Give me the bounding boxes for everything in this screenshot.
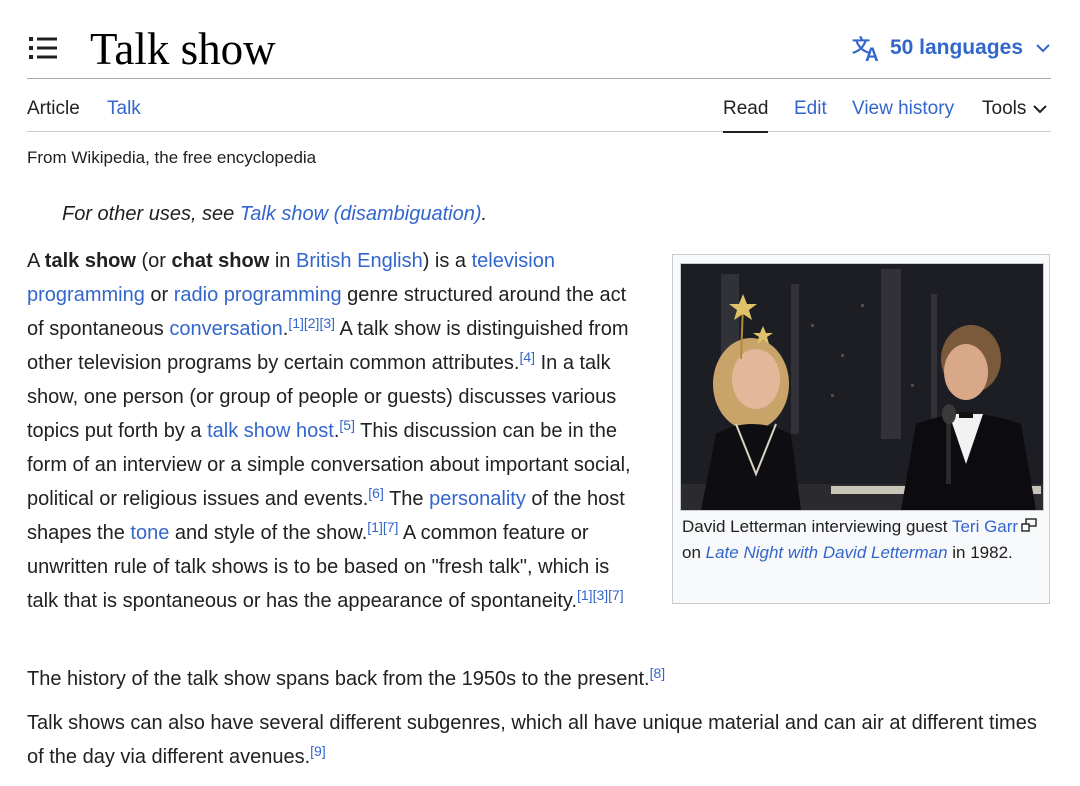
lead-text: The xyxy=(383,488,430,510)
paragraph-subgenres: Talk shows can also have several differe… xyxy=(27,706,1051,774)
hatnote-prefix: For other uses, see xyxy=(62,203,240,225)
infobox-figure: David Letterman interviewing guest Teri … xyxy=(672,254,1050,604)
caption-text: David Letterman interviewing guest xyxy=(682,517,952,536)
tools-label: Tools xyxy=(982,98,1027,119)
citation-link[interactable]: [1][2][3] xyxy=(288,315,335,331)
lead-text: (or xyxy=(135,250,172,272)
languages-button[interactable]: 文 A 50 languages xyxy=(852,34,1051,62)
tab-article[interactable]: Article xyxy=(27,97,80,121)
lead-bold-term: talk show xyxy=(44,250,136,272)
citation-link[interactable]: [6] xyxy=(368,485,384,501)
lead-text: A xyxy=(27,250,45,272)
lead-text: ) is a xyxy=(422,250,472,272)
hatnote-suffix: . xyxy=(481,203,488,225)
citation-link[interactable]: [5] xyxy=(339,417,355,433)
translate-icon: 文 A xyxy=(852,35,879,62)
link-british-english[interactable]: British English xyxy=(296,250,423,272)
page-title: Talk show xyxy=(90,24,276,74)
citation-link[interactable]: [1][3][7] xyxy=(577,587,624,603)
link-conversation[interactable]: conversation xyxy=(169,318,282,340)
link-talk-show-host[interactable]: talk show host xyxy=(207,420,334,442)
lead-text: in xyxy=(269,250,296,272)
lead-bold-term: chat show xyxy=(171,250,270,272)
lead-text: or xyxy=(144,284,174,306)
page: Talk show 文 A 50 languages Article Talk … xyxy=(27,0,1051,768)
hatnote: For other uses, see Talk show (disambigu… xyxy=(62,203,487,226)
paragraph-history: The history of the talk show spans back … xyxy=(27,662,665,696)
page-tabs: Article Talk Read Edit View history Tool… xyxy=(27,79,1051,133)
site-tagline: From Wikipedia, the free encyclopedia xyxy=(27,148,317,167)
table-of-contents-icon[interactable] xyxy=(29,36,59,60)
lead-text: and style of the show. xyxy=(169,522,368,544)
link-personality[interactable]: personality xyxy=(429,488,526,510)
chevron-down-icon xyxy=(1033,105,1048,114)
chevron-down-icon xyxy=(1036,44,1050,53)
disambiguation-link[interactable]: Talk show (disambiguation) xyxy=(240,203,482,225)
figure-caption: David Letterman interviewing guest Teri … xyxy=(682,514,1040,566)
paragraph-text: The history of the talk show spans back … xyxy=(27,668,650,690)
citation-link[interactable]: [4] xyxy=(519,349,535,365)
caption-text: in 1982. xyxy=(947,543,1013,562)
citation-link[interactable]: [1][7] xyxy=(367,519,398,535)
link-radio-programming[interactable]: radio programming xyxy=(174,284,342,306)
paragraph-text: Talk shows can also have several differe… xyxy=(27,712,1037,768)
tab-talk[interactable]: Talk xyxy=(107,97,141,121)
page-header: Talk show 文 A 50 languages xyxy=(27,0,1051,79)
tab-view-history[interactable]: View history xyxy=(852,97,954,121)
languages-label: 50 languages xyxy=(889,36,1023,59)
link-late-night[interactable]: Late Night with David Letterman xyxy=(706,543,948,562)
tools-menu[interactable]: Tools xyxy=(982,97,1048,121)
tab-read[interactable]: Read xyxy=(723,97,769,133)
letterman-photo[interactable] xyxy=(680,263,1044,511)
link-tone[interactable]: tone xyxy=(130,522,169,544)
citation-link[interactable]: [8] xyxy=(650,665,666,681)
svg-text:A: A xyxy=(865,45,879,62)
lead-paragraph: A talk show (or chat show in British Eng… xyxy=(27,244,645,618)
caption-text: on xyxy=(682,543,706,562)
tab-edit[interactable]: Edit xyxy=(794,97,827,121)
citation-link[interactable]: [9] xyxy=(310,743,326,759)
link-teri-garr[interactable]: Teri Garr xyxy=(952,517,1018,536)
